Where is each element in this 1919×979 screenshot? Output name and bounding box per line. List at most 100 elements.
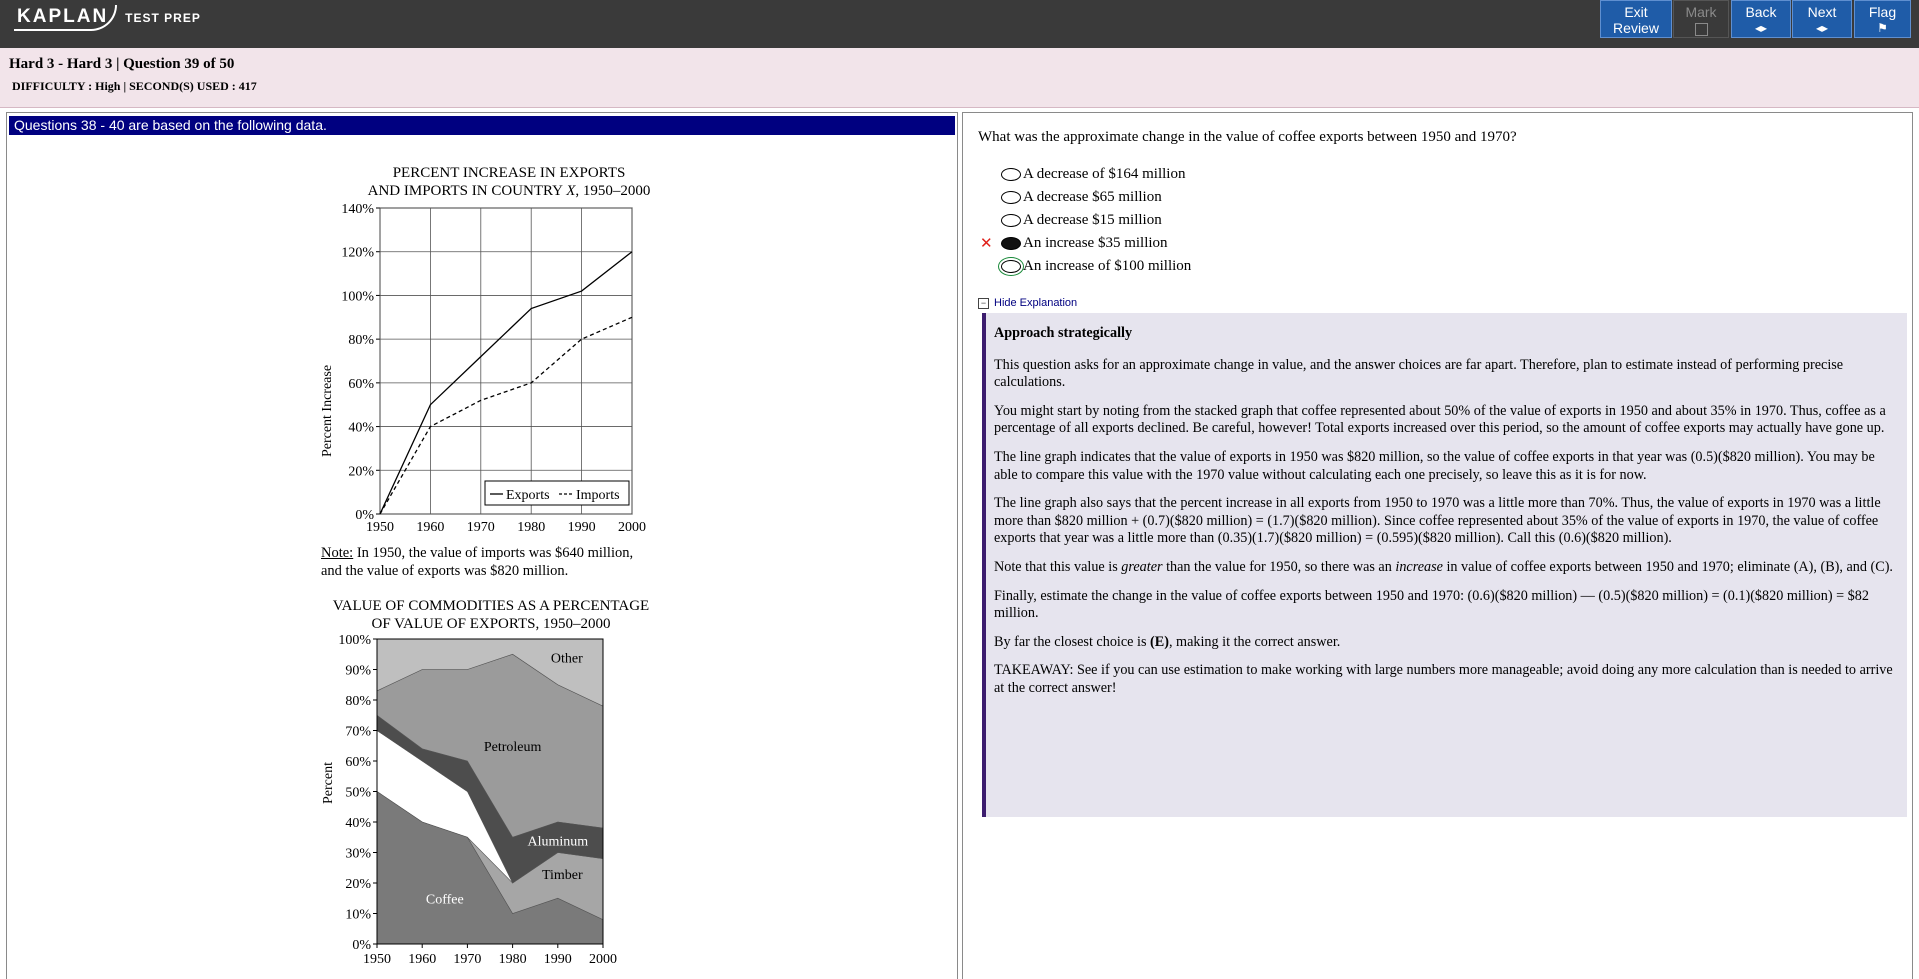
chart1-ytick-label: 100% (341, 289, 374, 304)
chart1-title-1: PERCENT INCREASE IN EXPORTS (393, 165, 626, 181)
note-text-2: and the value of exports was $820 millio… (321, 563, 569, 579)
explanation-p1: This question asks for an approximate ch… (994, 356, 1844, 391)
explanation-p8: TAKEAWAY: See if you can use estimation … (994, 662, 1893, 696)
chart2-label-petroleum: Petroleum (484, 740, 542, 755)
legend-exports: Exports (506, 488, 550, 503)
answer-choice-e[interactable]: An increase of $100 million (998, 255, 1192, 277)
kaplan-logo: KAPLAN TEST PREP (14, 3, 201, 33)
legend-imports: Imports (576, 488, 620, 503)
radio-d[interactable] (1001, 236, 1021, 250)
chart1-ytick-label: 80% (348, 333, 374, 348)
top-bar: KAPLAN TEST PREP Exit Review Mark Back ◂… (0, 0, 1919, 48)
incorrect-x-icon: ✕ (980, 234, 993, 252)
chart2-ytick-label: 80% (345, 694, 371, 709)
choice-e-text: An increase of $100 million (1023, 257, 1192, 274)
next-button[interactable]: Next ◂▸ (1792, 0, 1852, 38)
logo-brand: KAPLAN (14, 5, 118, 31)
mark-checkbox-icon (1694, 23, 1708, 36)
answer-choice-d[interactable]: An increase $35 million (1001, 232, 1168, 254)
choice-d-text: An increase $35 million (1023, 234, 1168, 251)
radio-a[interactable] (1001, 167, 1021, 181)
chart2-xtick-label: 1960 (408, 952, 436, 967)
chart2-xtick-label: 1970 (453, 952, 481, 967)
chart1-ylabel: Percent Increase (320, 365, 335, 457)
explanation-heading: Approach strategically (994, 325, 1133, 341)
radio-c[interactable] (1001, 213, 1021, 227)
chart1-ytick-label: 120% (341, 246, 374, 261)
question-stem: What was the approximate change in the v… (978, 129, 1517, 145)
chart1-xtick-label: 2000 (618, 520, 646, 533)
chart1-xtick-label: 1980 (517, 520, 545, 533)
chart2-ytick-label: 40% (345, 816, 371, 831)
flag-icon: ⚑ (1877, 21, 1888, 35)
chart2-ytick-label: 20% (345, 877, 371, 892)
chart1-legend: Exports Imports (484, 480, 630, 506)
explanation-p4: The line graph also says that the percen… (994, 495, 1881, 547)
answer-choice-b[interactable]: A decrease $65 million (1001, 186, 1162, 208)
question-subtitle: DIFFICULTY : High | SECOND(S) USED : 417 (12, 79, 257, 93)
exit-review-label-1: Exit (1624, 4, 1648, 20)
radio-b[interactable] (1001, 190, 1021, 204)
chart2-ytick-label: 100% (338, 633, 371, 648)
exit-review-button[interactable]: Exit Review (1600, 0, 1672, 38)
next-label: Next (1807, 4, 1837, 20)
answer-choice-a[interactable]: A decrease of $164 million (1001, 163, 1185, 185)
note-label: Note: (321, 545, 354, 561)
explanation-panel: Approach strategically This question ask… (982, 313, 1907, 817)
stimulus-note: Note: In 1950, the value of imports was … (321, 544, 633, 580)
back-label: Back (1745, 4, 1777, 20)
explanation-p6: Finally, estimate the change in the valu… (994, 587, 1869, 622)
question-info-bar: Hard 3 - Hard 3 | Question 39 of 50 DIFF… (0, 48, 1919, 108)
chart1-xtick-label: 1970 (467, 520, 495, 533)
chart2-ytick-label: 90% (345, 664, 371, 679)
chart1-xtick-label: 1990 (568, 520, 596, 533)
chart2-xtick-label: 1980 (499, 952, 527, 967)
chart2-ytick-label: 10% (345, 908, 371, 923)
chart1-xtick-label: 1950 (366, 520, 394, 533)
mark-button[interactable]: Mark (1673, 0, 1729, 38)
hide-explanation-toggle[interactable]: − Hide Explanation (978, 297, 1077, 309)
choice-a-text: A decrease of $164 million (1023, 165, 1186, 182)
chart2-label-coffee: Coffee (426, 892, 464, 907)
explanation-p7: By far the closest choice is (E), making… (994, 633, 1341, 650)
back-button[interactable]: Back ◂▸ (1731, 0, 1791, 38)
chart2-xtick-label: 1990 (544, 952, 572, 967)
choice-b-text: A decrease $65 million (1023, 188, 1162, 205)
chart2-label-timber: Timber (542, 868, 583, 883)
question-pane: What was the approximate change in the v… (962, 112, 1913, 979)
chart2-ylabel: Percent (321, 762, 336, 804)
chart2-ytick-label: 0% (352, 938, 371, 953)
explanation-p3: The line graph indicates that the value … (994, 448, 1875, 483)
exit-review-label-2: Review (1613, 20, 1659, 36)
chart2-label-other: Other (551, 651, 583, 666)
chart1-ytick-label: 40% (348, 421, 374, 436)
mark-label: Mark (1685, 4, 1717, 20)
line-chart: PERCENT INCREASE IN EXPORTS AND IMPORTS … (320, 165, 651, 533)
stacked-area-chart: VALUE OF COMMODITIES AS A PERCENTAGE OF … (321, 598, 649, 967)
chart1-ytick-label: 20% (348, 464, 374, 479)
chart1-xtick-label: 1960 (416, 520, 444, 533)
flag-button[interactable]: Flag ⚑ (1854, 0, 1911, 38)
back-arrow-icon: ◂▸ (1754, 21, 1768, 35)
answer-choice-c[interactable]: A decrease $15 million (1001, 209, 1162, 231)
stimulus-pane: Questions 38 - 40 are based on the follo… (6, 112, 958, 979)
chart1-plot-area (379, 207, 633, 515)
next-arrow-icon: ◂▸ (1815, 21, 1829, 35)
chart2-ytick-label: 70% (345, 725, 371, 740)
logo-suffix: TEST PREP (125, 11, 201, 25)
flag-label: Flag (1868, 4, 1897, 20)
chart2-xtick-label: 1950 (363, 952, 391, 967)
chart2-ytick-label: 50% (345, 786, 371, 801)
explanation-p5: Note that this value is greater than the… (994, 558, 1893, 575)
radio-e[interactable] (998, 256, 1024, 276)
hide-explanation-label: Hide Explanation (994, 297, 1078, 309)
chart2-label-aluminum: Aluminum (527, 834, 588, 849)
chart1-ytick-label: 140% (341, 202, 374, 217)
chart1-title-2: AND IMPORTS IN COUNTRY X, 1950–2000 (368, 183, 651, 199)
choice-c-text: A decrease $15 million (1023, 211, 1162, 228)
chart2-xtick-label: 2000 (589, 952, 617, 967)
collapse-icon: − (978, 297, 989, 309)
chart2-ytick-label: 60% (345, 755, 371, 770)
note-text: In 1950, the value of imports was $640 m… (353, 545, 634, 561)
question-title: Hard 3 - Hard 3 | Question 39 of 50 (9, 56, 235, 72)
